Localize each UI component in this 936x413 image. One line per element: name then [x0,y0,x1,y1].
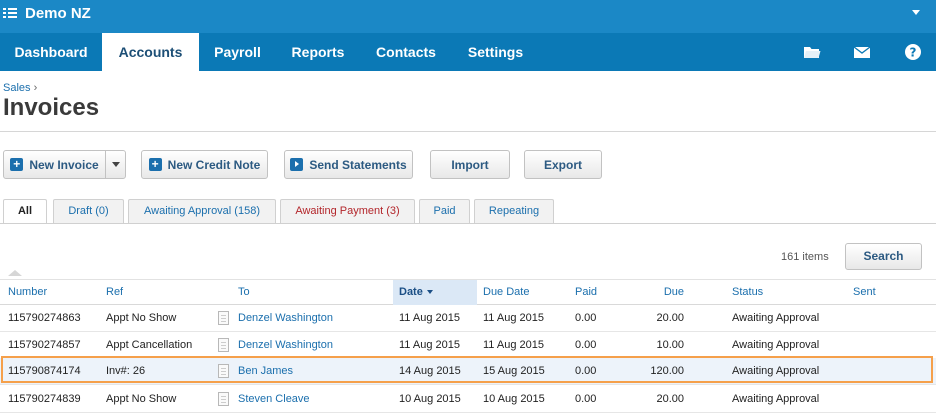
table-row[interactable]: 115790274863 Appt No Show Denzel Washing… [0,305,936,332]
table-row-selected[interactable]: 115790874174 Inv#: 26 Ben James 14 Aug 2… [0,358,936,385]
column-paid[interactable]: Paid [575,280,597,305]
folder-icon[interactable] [803,43,821,61]
cell-paid: 0.00 [575,339,597,351]
new-invoice-label: New Invoice [29,157,99,172]
tab-dashboard[interactable]: Dashboard [0,33,102,71]
cell-ref: Appt No Show [106,393,177,405]
filter-tab-all[interactable]: All [3,199,47,224]
breadcrumb-separator: › [33,82,38,94]
cell-due-date: 11 Aug 2015 [483,339,544,351]
table-row[interactable]: 115790274857 Appt Cancellation Denzel Wa… [0,332,936,359]
tab-contacts[interactable]: Contacts [360,33,452,71]
help-icon[interactable]: ? [904,43,922,61]
plus-icon: + [148,158,162,171]
svg-text:?: ? [910,46,917,60]
cell-date: 11 Aug 2015 [399,312,460,324]
breadcrumb: Sales › [3,82,37,94]
cell-due: 10.00 [656,339,684,351]
cell-number: 115790274863 [8,312,81,324]
cell-ref: Appt No Show [106,312,177,324]
header-divider [0,131,936,132]
column-date[interactable]: Date [393,280,477,305]
filter-tab-repeating[interactable]: Repeating [474,199,554,223]
column-sent[interactable]: Sent [853,280,876,305]
cell-ref: Appt Cancellation [106,339,193,351]
cell-date: 14 Aug 2015 [399,365,461,377]
cell-to[interactable]: Ben James [238,358,293,384]
search-button[interactable]: Search [845,243,922,270]
cell-number: 115790274857 [8,339,81,351]
cell-date: 10 Aug 2015 [399,393,461,405]
cell-status: Awaiting Approval [732,365,820,377]
column-date-label: Date [399,286,423,298]
send-statements-button[interactable]: Send Statements [284,150,413,179]
column-ref[interactable]: Ref [106,280,123,305]
column-due-date[interactable]: Due Date [483,280,529,305]
breadcrumb-sales[interactable]: Sales [3,82,31,94]
document-icon [218,311,229,325]
export-button[interactable]: Export [524,150,602,179]
new-credit-note-label: New Credit Note [167,157,261,172]
cell-status: Awaiting Approval [732,339,820,351]
search-pointer [8,270,22,276]
column-number[interactable]: Number [8,280,47,305]
top-bar: Demo NZ [0,0,936,33]
cell-due: 20.00 [656,312,684,324]
document-icon [218,392,229,406]
org-switcher[interactable]: Demo NZ [3,2,91,24]
filter-tab-awaiting-approval[interactable]: Awaiting Approval (158) [128,199,276,223]
cell-to[interactable]: Denzel Washington [238,305,333,331]
filter-tab-draft[interactable]: Draft (0) [53,199,124,223]
chevron-down-icon [111,162,120,167]
page-title: Invoices [3,94,100,121]
import-button[interactable]: Import [430,150,510,179]
cell-to[interactable]: Denzel Washington [238,332,333,358]
cell-due-date: 11 Aug 2015 [483,312,544,324]
new-credit-note-button[interactable]: + New Credit Note [141,150,268,179]
cell-ref: Inv#: 26 [106,365,146,377]
column-status[interactable]: Status [732,280,763,305]
mail-icon[interactable] [853,43,871,61]
org-name: Demo NZ [25,4,91,22]
tab-payroll[interactable]: Payroll [199,33,276,71]
cell-due-date: 10 Aug 2015 [483,393,545,405]
sort-desc-icon [426,290,433,295]
cell-status: Awaiting Approval [732,393,820,405]
send-statements-label: Send Statements [309,157,407,172]
cell-number: 115790874174 [8,365,81,377]
main-nav: Dashboard Accounts Payroll Reports Conta… [0,33,936,71]
table-header: Number Ref To Date Due Date Paid Due Sta… [0,279,936,305]
filter-tab-paid[interactable]: Paid [419,199,470,223]
cell-paid: 0.00 [575,312,597,324]
tab-divider [0,223,936,224]
cell-paid: 0.00 [575,393,597,405]
cell-due: 120.00 [650,365,684,377]
cell-to[interactable]: Steven Cleave [238,386,310,412]
cell-number: 115790274839 [8,393,81,405]
send-arrow-icon [290,158,304,171]
chevron-down-icon[interactable] [912,10,920,15]
tab-reports[interactable]: Reports [276,33,360,71]
document-icon [218,338,229,352]
tab-settings[interactable]: Settings [452,33,539,71]
tab-accounts[interactable]: Accounts [102,33,199,71]
cell-paid: 0.00 [575,365,597,377]
cell-status: Awaiting Approval [732,312,820,324]
column-due[interactable]: Due [624,280,684,305]
cell-due-date: 15 Aug 2015 [483,365,545,377]
table-row[interactable]: 115790274839 Appt No Show Steven Cleave … [0,386,936,413]
cell-due: 20.00 [656,393,684,405]
cell-date: 11 Aug 2015 [399,339,460,351]
document-icon [218,364,229,378]
filter-tab-awaiting-payment[interactable]: Awaiting Payment (3) [280,199,415,223]
menu-icon [3,6,17,20]
new-invoice-dropdown[interactable] [105,150,126,179]
new-invoice-button[interactable]: + New Invoice [3,150,106,179]
items-count: 161 items [781,251,829,263]
column-to[interactable]: To [238,280,250,305]
plus-icon: + [10,158,24,171]
